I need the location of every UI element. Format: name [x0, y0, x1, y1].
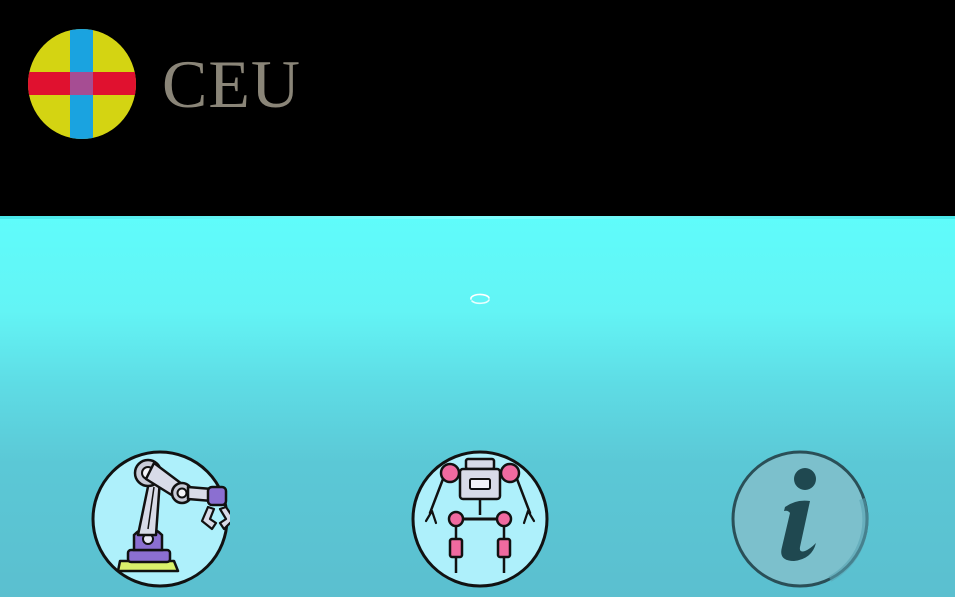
ceu-logo — [28, 29, 136, 139]
brand-name: CEU — [162, 46, 301, 122]
horizon-edge — [0, 216, 955, 219]
info-button[interactable] — [730, 449, 870, 589]
loading-spinner-icon — [470, 293, 490, 305]
scene-viewport — [0, 216, 955, 597]
robot-skeleton-icon — [411, 450, 549, 588]
robotic-arm-icon — [91, 450, 230, 588]
app-window: CEU — [0, 0, 955, 597]
humanoid-robot-button[interactable] — [410, 449, 550, 589]
header-bar: CEU — [0, 0, 955, 217]
robot-arm-button[interactable] — [90, 449, 230, 589]
info-icon — [731, 450, 869, 588]
